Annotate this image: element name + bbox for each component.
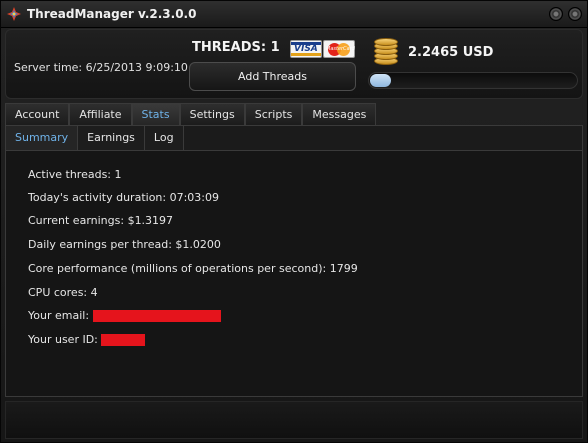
stats-subtabs: Summary Earnings Log — [6, 126, 184, 150]
tab-stats[interactable]: Stats — [131, 103, 180, 125]
title-bar[interactable]: ThreadManager v.2.3.0.0 — [1, 1, 587, 28]
email-row: Your email: — [28, 309, 221, 322]
user-id-label: Your user ID: — [28, 333, 98, 346]
window-title: ThreadManager v.2.3.0.0 — [27, 7, 197, 21]
activity-duration-text: Today's activity duration: 07:03:09 — [28, 191, 220, 204]
daily-earnings-text: Daily earnings per thread: $1.0200 — [28, 238, 221, 251]
tab-settings[interactable]: Settings — [179, 103, 245, 125]
tab-scripts[interactable]: Scripts — [244, 103, 303, 125]
core-performance-text: Core performance (millions of operations… — [28, 262, 358, 275]
email-label: Your email: — [28, 309, 90, 322]
server-time: Server time: 6/25/2013 9:09:10 PM — [14, 61, 208, 74]
subtab-log[interactable]: Log — [144, 126, 184, 150]
email-redaction — [92, 310, 221, 322]
subtab-earnings[interactable]: Earnings — [78, 126, 145, 150]
current-earnings-text: Current earnings: $1.3197 — [28, 214, 174, 227]
tab-affiliate[interactable]: Affiliate — [69, 103, 132, 125]
user-id-row: Your user ID: — [28, 333, 146, 346]
mastercard-label: MasterCard — [326, 46, 355, 52]
threads-count: THREADS: 1 — [192, 40, 280, 55]
user-id-redaction — [101, 334, 146, 346]
coin-stack-icon — [372, 38, 400, 66]
add-threads-button[interactable]: Add Threads — [189, 62, 356, 91]
main-tabs: Account Affiliate Stats Settings Scripts… — [5, 103, 377, 125]
active-threads-text: Active threads: 1 — [28, 168, 122, 181]
balance-progress-bar — [368, 72, 578, 89]
header-panel: Server time: 6/25/2013 9:09:10 PM THREAD… — [5, 29, 583, 99]
close-button[interactable] — [568, 7, 582, 21]
subtab-summary[interactable]: Summary — [6, 126, 79, 150]
mastercard-card-icon[interactable]: MasterCard — [323, 40, 355, 58]
summary-panel: Active threads: 1 Today's activity durat… — [6, 150, 582, 396]
tab-account[interactable]: Account — [5, 103, 70, 125]
app-window: ThreadManager v.2.3.0.0 Server time: 6/2… — [0, 0, 588, 443]
stats-content: Summary Earnings Log Active threads: 1 T… — [5, 125, 583, 397]
cpu-cores-text: CPU cores: 4 — [28, 286, 98, 299]
visa-card-icon[interactable]: VISA — [290, 40, 322, 58]
minimize-button[interactable] — [549, 7, 563, 21]
tab-messages[interactable]: Messages — [302, 103, 377, 125]
balance-amount: 2.2465 USD — [408, 45, 494, 60]
status-bar — [5, 401, 583, 439]
app-logo-icon — [7, 7, 21, 21]
balance-progress-fill — [370, 74, 391, 87]
